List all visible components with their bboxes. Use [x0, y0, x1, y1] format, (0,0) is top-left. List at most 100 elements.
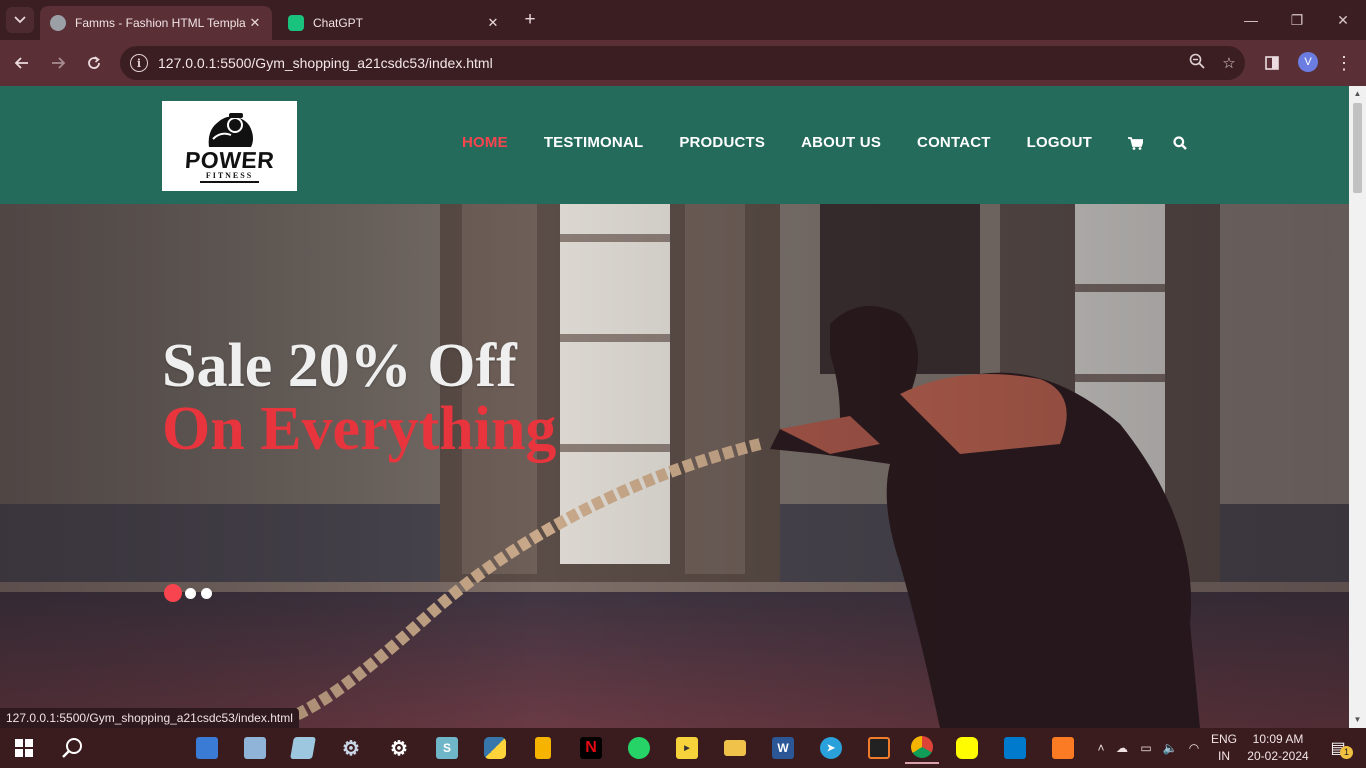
arrow-right-icon — [52, 57, 66, 69]
start-button[interactable] — [8, 732, 40, 764]
language-code: ENG — [1210, 732, 1237, 746]
main-nav: HOME TESTIMONAL PRODUCTS ABOUT US CONTAC… — [444, 132, 1197, 154]
blocks-app-icon — [868, 737, 890, 759]
chevron-up-icon[interactable]: ˄ — [1092, 741, 1110, 755]
scrollbar-thumb[interactable] — [1353, 103, 1362, 193]
reload-icon — [88, 56, 100, 69]
address-text[interactable]: 127.0.0.1:5500/Gym_shopping_a21csdc53/in… — [158, 55, 1181, 71]
side-panel-button[interactable] — [1259, 50, 1285, 76]
python-icon — [484, 737, 506, 759]
taskbar-python[interactable] — [479, 732, 511, 764]
close-tab-icon[interactable]: ✕ — [484, 15, 502, 31]
taskbar-xampp[interactable] — [1047, 732, 1079, 764]
chatgpt-icon — [288, 15, 304, 31]
scroll-up-icon[interactable]: ▲ — [1349, 86, 1366, 102]
chrome-icon — [911, 736, 933, 758]
arrow-left-icon — [14, 57, 28, 69]
bookmark-star-icon[interactable]: ☆ — [1213, 54, 1245, 72]
site-info-icon[interactable]: i — [130, 54, 148, 72]
search-icon — [62, 738, 82, 758]
system-tray: ˄ ☁ ▭ 🔈 ◠ — [1092, 728, 1206, 768]
taskbar-settings[interactable]: ⚙ — [383, 732, 415, 764]
taskbar-file-explorer[interactable] — [719, 732, 751, 764]
taskbar-app-s[interactable]: S — [431, 732, 463, 764]
hero-headline: Sale 20% Off On Everything — [162, 334, 556, 460]
globe-icon — [50, 15, 66, 31]
slider-dot[interactable] — [164, 584, 182, 602]
clock-date: 20-02-2024 — [1247, 749, 1309, 763]
taskbar-snapchat[interactable] — [951, 732, 983, 764]
dollar-app-icon: S — [436, 737, 458, 759]
gears-icon: ⚙ — [342, 737, 360, 760]
scroll-down-icon[interactable]: ▼ — [1349, 712, 1366, 728]
browser-menu-button[interactable]: ⋮ — [1331, 50, 1357, 76]
wifi-icon[interactable]: ◠ — [1182, 741, 1206, 755]
language-indicator[interactable]: ENG IN — [1208, 731, 1240, 765]
player-icon: ▶ — [676, 737, 698, 759]
browser-toolbar: i 127.0.0.1:5500/Gym_shopping_a21csdc53/… — [0, 40, 1366, 86]
forward-button[interactable] — [45, 50, 71, 76]
notification-badge: 1 — [1340, 746, 1353, 759]
taskbar-netflix[interactable]: N — [575, 732, 607, 764]
address-bar[interactable]: i 127.0.0.1:5500/Gym_shopping_a21csdc53/… — [120, 46, 1245, 80]
nav-contact[interactable]: CONTACT — [899, 132, 1009, 154]
taskbar-player[interactable]: ▶ — [671, 732, 703, 764]
folder-icon — [724, 740, 746, 756]
taskbar-chrome[interactable] — [905, 732, 939, 764]
restore-icon[interactable]: ❐ — [1274, 0, 1320, 40]
back-button[interactable] — [9, 50, 35, 76]
clock-time: 10:09 AM — [1252, 732, 1304, 746]
taskbar-telegram[interactable]: ➤ — [815, 732, 847, 764]
tab-title: ChatGPT — [313, 16, 364, 30]
onedrive-cloud-icon[interactable]: ☁ — [1110, 741, 1134, 755]
taskbar-vscode[interactable] — [999, 732, 1031, 764]
taskbar-search-button[interactable] — [56, 732, 88, 764]
tab-strip: Famms - Fashion HTML Templat ✕ ChatGPT ✕… — [0, 0, 1366, 40]
taskbar-whatsapp[interactable] — [623, 732, 655, 764]
reload-button[interactable] — [81, 50, 107, 76]
gear-icon: ⚙ — [390, 737, 408, 760]
minimize-icon[interactable]: — — [1228, 0, 1274, 40]
taskbar-keep[interactable] — [527, 732, 559, 764]
nav-home[interactable]: HOME — [444, 132, 526, 154]
cart-icon[interactable] — [1110, 136, 1153, 150]
search-icon[interactable] — [1153, 136, 1197, 150]
store-icon — [196, 737, 218, 759]
slider-dot[interactable] — [185, 587, 196, 599]
tab-chatgpt[interactable]: ChatGPT ✕ — [278, 6, 510, 40]
speaker-muted-icon[interactable]: 🔈 — [1158, 741, 1182, 755]
tab-famms[interactable]: Famms - Fashion HTML Templat ✕ — [40, 6, 272, 40]
notification-center-button[interactable]: ▤ 1 — [1322, 732, 1354, 764]
taskbar-store[interactable] — [191, 732, 223, 764]
photos-icon — [244, 737, 266, 759]
close-tab-icon[interactable]: ✕ — [246, 15, 264, 31]
nav-about-us[interactable]: ABOUT US — [783, 132, 899, 154]
site-logo[interactable]: POWER FITNESS — [162, 101, 297, 191]
snapchat-icon — [956, 737, 978, 759]
bodybuilder-logo-icon — [208, 113, 253, 147]
nav-logout[interactable]: LOGOUT — [1009, 132, 1110, 154]
taskbar-clock[interactable]: 10:09 AM 20-02-2024 — [1246, 731, 1310, 765]
windows-logo-icon — [15, 739, 33, 757]
taskbar-photos[interactable] — [239, 732, 271, 764]
nav-testimonal[interactable]: TESTIMONAL — [526, 132, 662, 154]
site-header: POWER FITNESS HOME TESTIMONAL PRODUCTS A… — [0, 86, 1349, 204]
battery-icon[interactable]: ▭ — [1134, 741, 1158, 755]
glass-app-icon — [290, 737, 316, 759]
taskbar-word[interactable]: W — [767, 732, 799, 764]
windows-taskbar: ⚙ ⚙ S N ▶ W ➤ ˄ ☁ ▭ 🔈 ◠ ENG IN 10:09 AM … — [0, 728, 1366, 768]
page-viewport: POWER FITNESS HOME TESTIMONAL PRODUCTS A… — [0, 86, 1349, 728]
profile-avatar[interactable]: V — [1298, 52, 1318, 72]
nav-products[interactable]: PRODUCTS — [661, 132, 783, 154]
close-window-icon[interactable]: ✕ — [1320, 0, 1366, 40]
tab-search-button[interactable] — [6, 7, 34, 33]
taskbar-app-3[interactable] — [287, 732, 319, 764]
new-tab-button[interactable]: + — [518, 9, 542, 31]
taskbar-app-blocks[interactable] — [863, 732, 895, 764]
hero-line-1: Sale 20% Off — [162, 332, 517, 400]
page-scrollbar[interactable]: ▲ ▼ — [1349, 86, 1366, 728]
taskbar-settings-gears[interactable]: ⚙ — [335, 732, 367, 764]
slider-dot[interactable] — [201, 587, 212, 599]
zoom-icon[interactable] — [1181, 53, 1213, 73]
more-vert-icon: ⋮ — [1335, 53, 1353, 73]
